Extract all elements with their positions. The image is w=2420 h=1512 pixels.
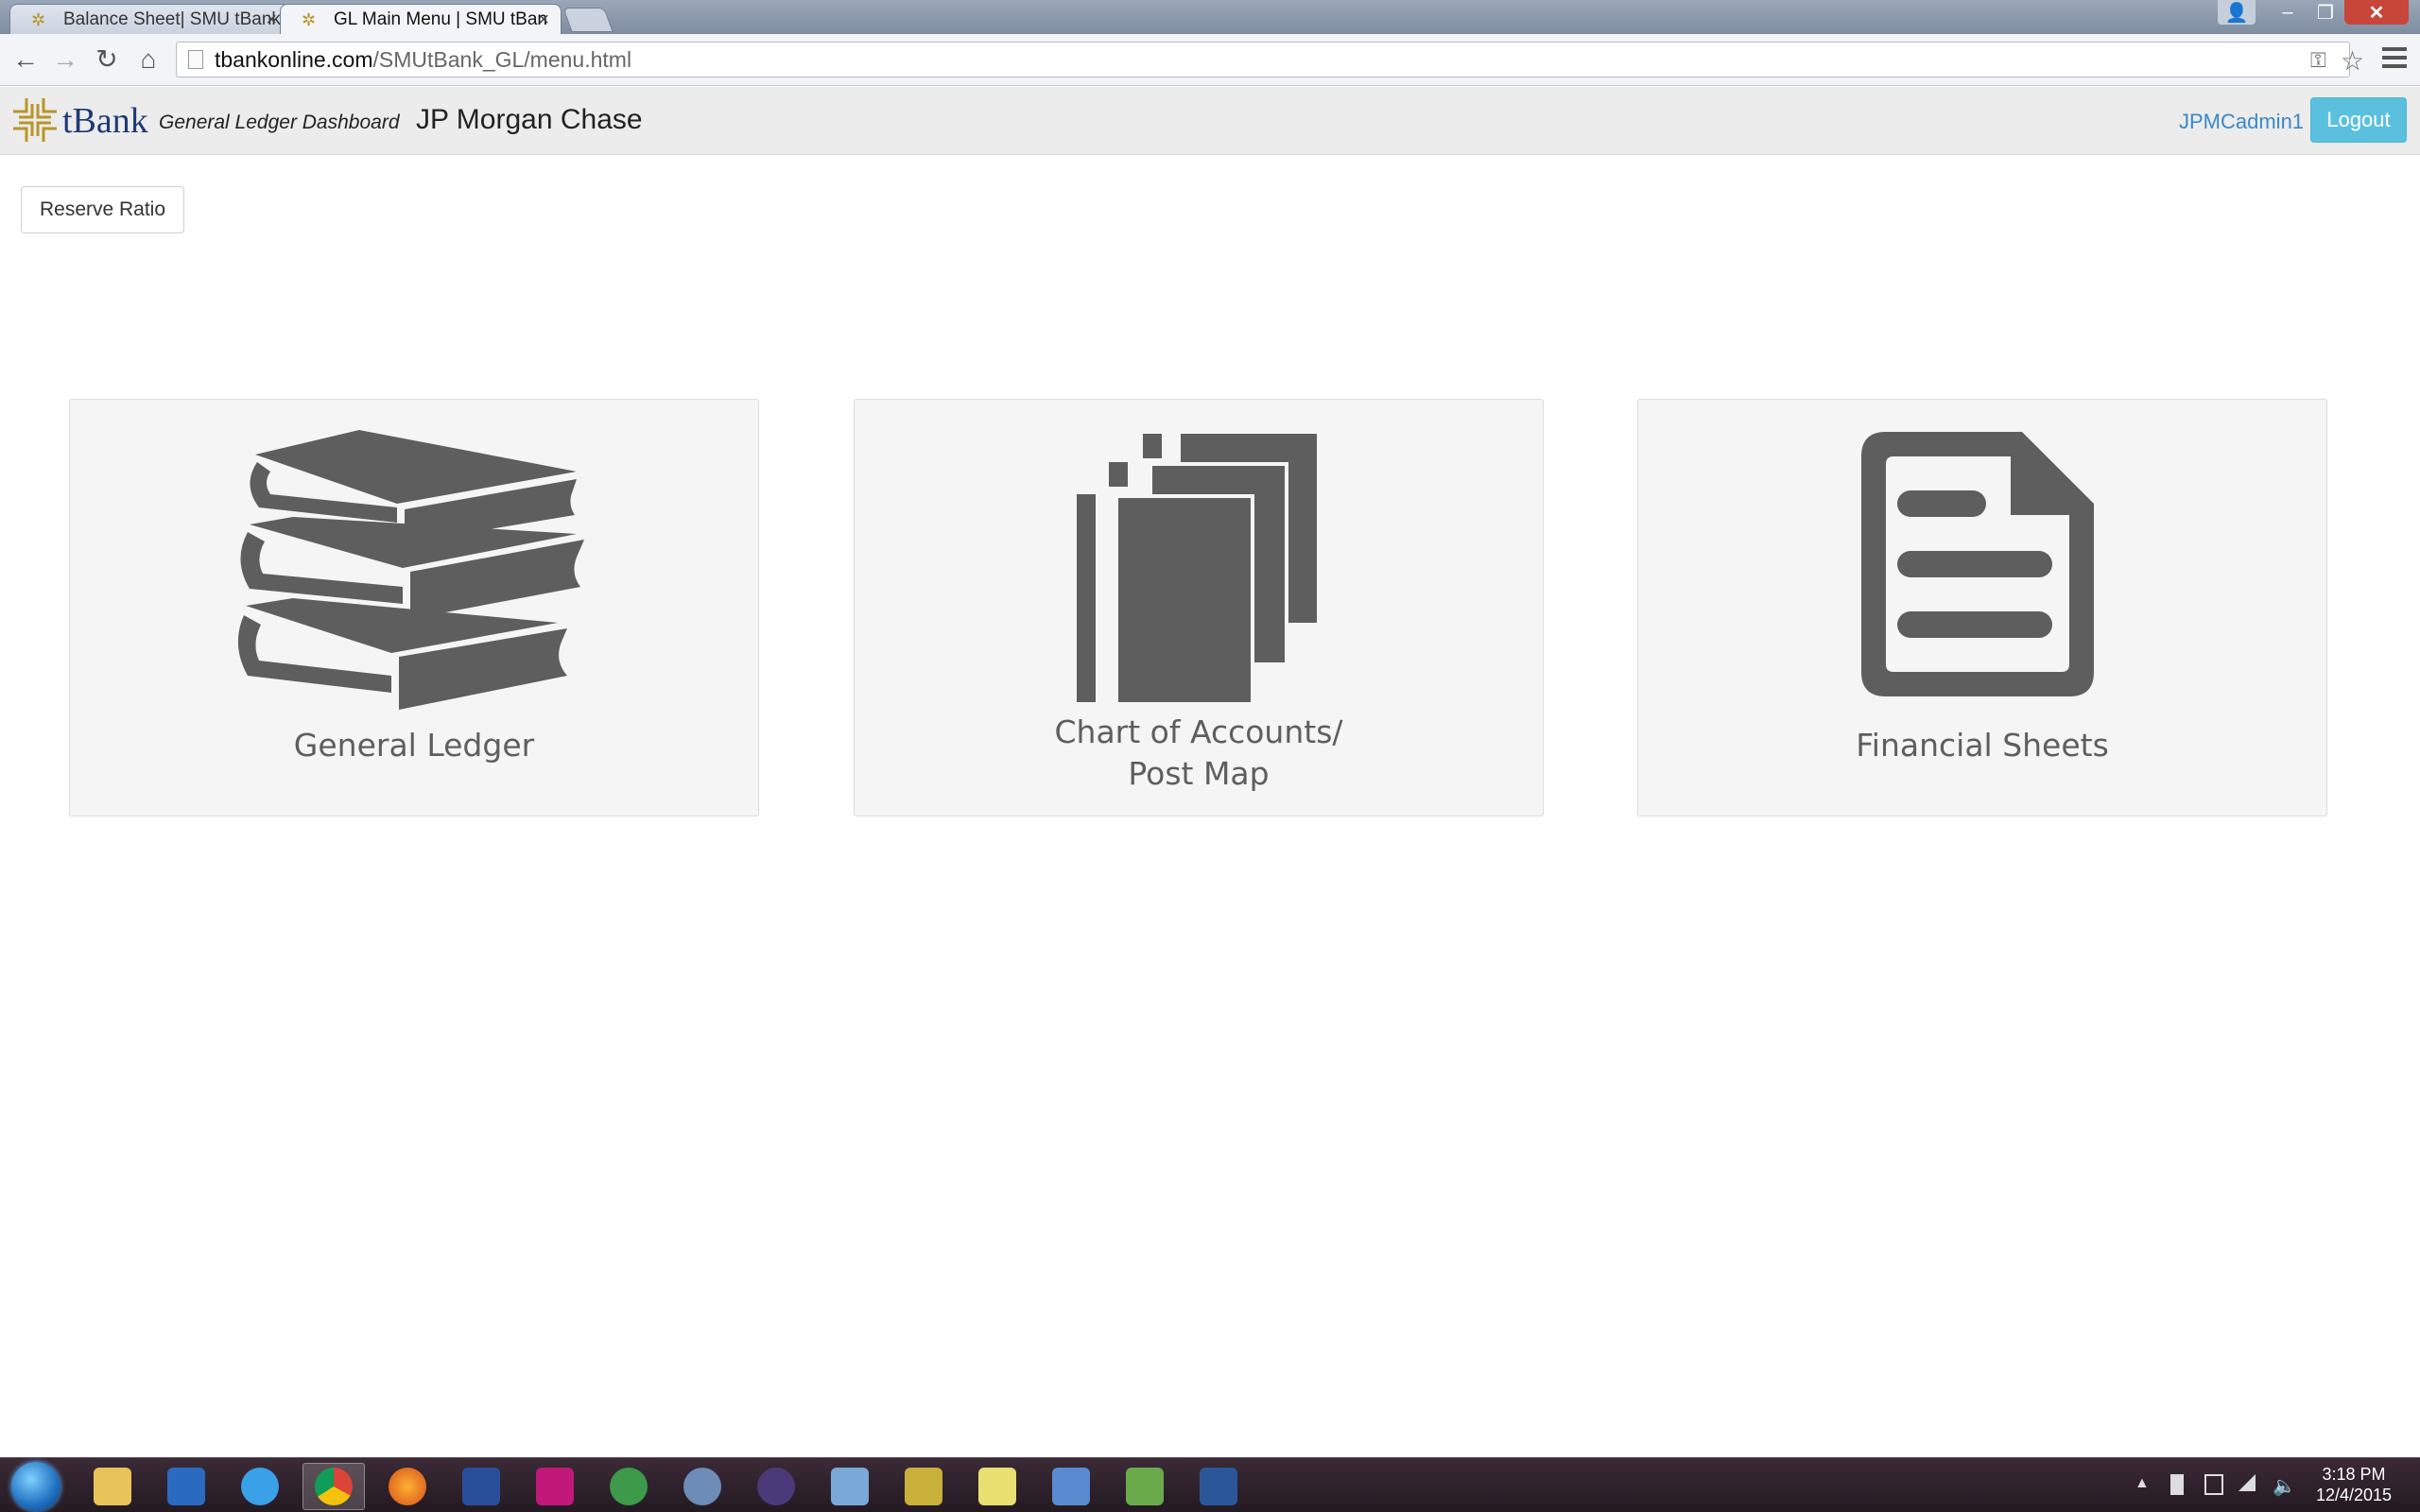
reload-icon[interactable]: ↻ (91, 43, 123, 76)
windows-taskbar: ▲ 🔈 3:18 PM 12/4/2015 (0, 1457, 2420, 1512)
sticky-notes-icon[interactable] (966, 1463, 1028, 1510)
remote-desktop-icon[interactable] (1040, 1463, 1102, 1510)
clock-time: 3:18 PM (2322, 1465, 2386, 1484)
url-path: /SMUtBank_GL/menu.html (372, 46, 632, 72)
username-link[interactable]: JPMCadmin1 (2179, 110, 2304, 134)
close-icon[interactable]: × (538, 9, 549, 31)
tbank-logo-icon (13, 98, 57, 142)
outlook-icon[interactable] (155, 1463, 217, 1510)
financial-sheets-tile[interactable]: Financial Sheets (1637, 399, 2327, 816)
eclipse-icon[interactable] (745, 1463, 807, 1510)
page-icon (188, 50, 203, 69)
window-close-icon[interactable]: ✕ (2344, 0, 2409, 25)
forward-arrow-icon[interactable]: → (49, 43, 81, 76)
app-green-s-icon[interactable] (597, 1463, 660, 1510)
tile-label: Financial Sheets (1856, 727, 2109, 764)
address-bar[interactable]: tbankonline.com/SMUtBank_GL/menu.html (176, 42, 2350, 77)
logout-button[interactable]: Logout (2310, 97, 2407, 143)
app-magenta-icon[interactable] (524, 1463, 586, 1510)
new-tab-button[interactable] (562, 8, 614, 32)
books-icon (237, 430, 584, 710)
tile-label: Chart of Accounts/ Post Map (855, 712, 1543, 795)
volume-icon[interactable]: 🔈 (2273, 1474, 2296, 1497)
browser-tab-balance-sheet[interactable]: ✲ Balance Sheet| SMU tBank × (9, 4, 289, 34)
document-lines-icon (1861, 432, 2094, 696)
app-blue-icon[interactable] (450, 1463, 512, 1510)
browser-tabstrip: ✲ Balance Sheet| SMU tBank × ✲ GL Main M… (0, 0, 2420, 34)
app-header: tBank General Ledger Dashboard JP Morgan… (0, 87, 2420, 155)
maximize-icon[interactable]: ❐ (2307, 0, 2344, 25)
flag-icon[interactable] (2170, 1474, 2184, 1495)
firefox-icon[interactable] (376, 1463, 439, 1510)
browser-tab-title: GL Main Menu | SMU tBan (334, 9, 547, 29)
browser-tab-gl-main-menu[interactable]: ✲ GL Main Menu | SMU tBan × (280, 4, 562, 34)
clock-date: 12/4/2015 (2315, 1486, 2393, 1504)
logo-text[interactable]: tBank (62, 100, 148, 142)
minimize-icon[interactable]: – (2269, 0, 2307, 25)
user-profile-icon[interactable]: 👤 (2218, 0, 2256, 25)
lock-icon[interactable] (892, 1463, 955, 1510)
chart-of-accounts-tile[interactable]: Chart of Accounts/ Post Map (854, 399, 1544, 816)
tile-label: General Ledger (293, 727, 535, 764)
tile-label-line1: Chart of Accounts/ (1054, 713, 1343, 750)
gear-icon[interactable] (671, 1463, 734, 1510)
tray-expand-icon[interactable]: ▲ (2135, 1475, 2150, 1492)
browser-menu-icon[interactable] (2382, 47, 2407, 72)
file-explorer-icon[interactable] (81, 1463, 144, 1510)
close-icon[interactable]: × (266, 9, 277, 31)
spreadsheet-icon[interactable] (1114, 1463, 1176, 1510)
battery-icon[interactable] (2204, 1474, 2223, 1495)
bookmark-star-icon[interactable]: ☆ (2341, 45, 2364, 77)
browser-tab-title: Balance Sheet| SMU tBank (63, 9, 281, 29)
chrome-icon[interactable] (302, 1463, 365, 1510)
internet-explorer-icon[interactable] (229, 1463, 291, 1510)
documents-stack-icon (1077, 434, 1317, 702)
key-icon[interactable]: ⚿ (2310, 48, 2326, 73)
back-arrow-icon[interactable]: ← (9, 43, 42, 76)
dashboard-subtitle: General Ledger Dashboard (159, 112, 400, 133)
tbank-favicon-icon: ✲ (302, 10, 317, 29)
bank-name: JP Morgan Chase (416, 104, 643, 135)
start-button-icon[interactable] (11, 1462, 60, 1511)
general-ledger-tile[interactable]: General Ledger (69, 399, 759, 816)
system-clock[interactable]: 3:18 PM 12/4/2015 (2307, 1464, 2401, 1505)
network-signal-icon[interactable] (2238, 1474, 2256, 1491)
word-icon[interactable] (1187, 1463, 1250, 1510)
home-icon[interactable]: ⌂ (132, 43, 164, 76)
browser-toolbar: ← → ↻ ⌂ tbankonline.com/SMUtBank_GL/menu… (0, 34, 2420, 86)
tbank-favicon-icon: ✲ (31, 10, 46, 29)
url-host: tbankonline.com (215, 46, 373, 72)
reserve-ratio-button[interactable]: Reserve Ratio (21, 186, 184, 233)
virtualbox-icon[interactable] (819, 1463, 881, 1510)
tile-label-line2: Post Map (1128, 755, 1270, 792)
